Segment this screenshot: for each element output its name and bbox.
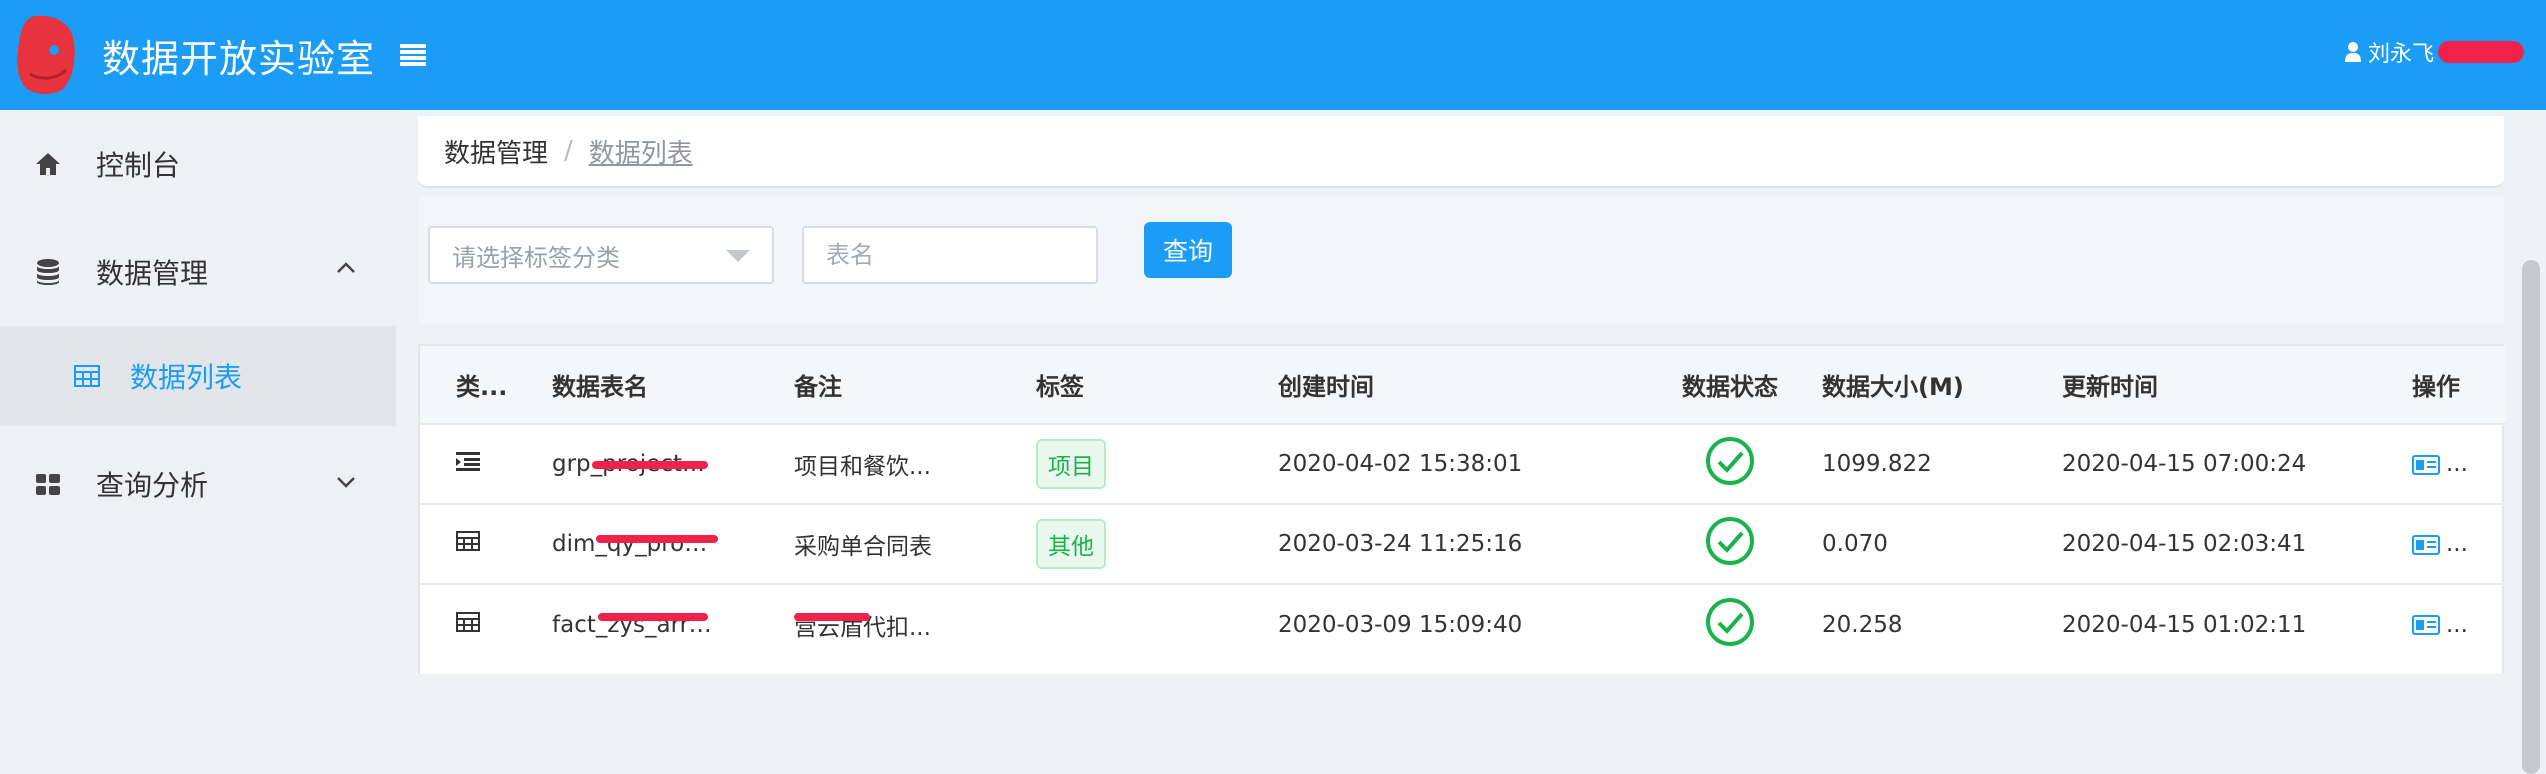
column-header-tag[interactable]: 标签: [1036, 346, 1278, 424]
logo-icon: [17, 15, 75, 95]
size-cell: 20.258: [1822, 611, 1903, 638]
action-more[interactable]: ...: [2446, 451, 2468, 477]
check-circle-icon: [1706, 517, 1754, 565]
indent-icon: [456, 452, 480, 471]
tag-badge: 其他: [1036, 519, 1106, 569]
sidebar-sub-label: 数据列表: [130, 361, 243, 394]
table-icon: [456, 531, 480, 551]
chevron-up-icon: [337, 262, 355, 273]
check-circle-icon: [1706, 437, 1754, 485]
table-row[interactable]: fact_zys_arre... 营云盾代扣... 2020-03-09 15:…: [420, 584, 2506, 664]
grid-icon: [36, 474, 60, 495]
main-content: 数据管理 / 数据列表 请选择标签分类 查询 类... 数据表名 备注 标签 创…: [396, 110, 2546, 774]
top-header: 数据开放实验室 刘永飞: [0, 0, 2546, 110]
column-header-remark[interactable]: 备注: [794, 346, 1036, 424]
breadcrumb-separator: /: [564, 136, 573, 166]
column-header-name[interactable]: 数据表名: [552, 346, 794, 424]
table-icon: [74, 365, 100, 387]
column-header-updated[interactable]: 更新时间: [2062, 346, 2412, 424]
tag-badge: 项目: [1036, 439, 1106, 489]
table-header-row: 类... 数据表名 备注 标签 创建时间 数据状态 数据大小(M) 更新时间 操…: [420, 346, 2506, 424]
action-more[interactable]: ...: [2446, 531, 2468, 557]
table-name-input[interactable]: [802, 226, 1098, 284]
user-icon: [2344, 42, 2361, 62]
redaction-mark: [794, 613, 870, 621]
check-circle-icon: [1706, 597, 1754, 646]
sidebar-item-label: 数据管理: [96, 257, 209, 290]
table-row[interactable]: dim_qy_proj... 采购单合同表 其他 2020-03-24 11:2…: [420, 504, 2506, 584]
user-menu[interactable]: 刘永飞: [2344, 36, 2524, 68]
remark-cell: 项目和餐饮...: [794, 454, 931, 480]
sidebar: 控制台 数据管理 数据列表 查询分析: [0, 110, 396, 664]
id-card-icon[interactable]: [2412, 454, 2440, 475]
user-name: 刘永飞: [2367, 42, 2434, 67]
caret-down-icon: [726, 250, 750, 262]
breadcrumb-current[interactable]: 数据列表: [589, 133, 693, 170]
sidebar-item-label: 控制台: [96, 149, 181, 182]
query-button[interactable]: 查询: [1144, 222, 1232, 278]
column-header-actions: 操作: [2412, 373, 2460, 401]
redaction-mark: [592, 461, 708, 469]
table-icon: [456, 611, 480, 632]
updated-time-cell: 2020-04-15 01:02:11: [2062, 611, 2307, 638]
app-title: 数据开放实验室: [102, 37, 376, 81]
id-card-icon[interactable]: [2412, 615, 2440, 635]
sidebar-item-data-list[interactable]: 数据列表: [0, 326, 396, 426]
sidebar-item-query-analysis[interactable]: 查询分析: [0, 426, 396, 542]
sidebar-item-label: 查询分析: [96, 469, 209, 502]
breadcrumb-root[interactable]: 数据管理: [444, 133, 548, 170]
redaction-mark: [2438, 41, 2524, 63]
home-icon: [36, 153, 60, 175]
column-header-type[interactable]: 类...: [420, 346, 552, 424]
action-more[interactable]: ...: [2446, 612, 2468, 638]
menu-toggle-icon[interactable]: [400, 44, 426, 66]
redaction-mark: [596, 535, 718, 543]
chevron-down-icon: [337, 477, 355, 488]
breadcrumb: 数据管理 / 数据列表: [418, 116, 2504, 188]
redaction-mark: [598, 613, 708, 621]
updated-time-cell: 2020-04-15 02:03:41: [2062, 531, 2307, 557]
tag-category-select[interactable]: 请选择标签分类: [428, 226, 774, 284]
column-header-size[interactable]: 数据大小(M): [1822, 346, 2062, 424]
sidebar-item-console[interactable]: 控制台: [0, 110, 396, 218]
created-time-cell: 2020-04-02 15:38:01: [1278, 451, 1523, 477]
created-time-cell: 2020-03-09 15:09:40: [1278, 611, 1523, 638]
id-card-icon[interactable]: [2412, 534, 2440, 555]
column-header-created[interactable]: 创建时间: [1278, 346, 1638, 424]
created-time-cell: 2020-03-24 11:25:16: [1278, 531, 1523, 557]
data-table: 类... 数据表名 备注 标签 创建时间 数据状态 数据大小(M) 更新时间 操…: [418, 344, 2506, 674]
size-cell: 1099.822: [1822, 451, 1932, 477]
select-placeholder: 请选择标签分类: [452, 243, 620, 272]
remark-cell: 采购单合同表: [794, 534, 932, 560]
sidebar-item-data-management[interactable]: 数据管理: [0, 218, 396, 326]
filter-bar: 请选择标签分类 查询: [418, 196, 2504, 324]
size-cell: 0.070: [1822, 531, 1888, 557]
vertical-scrollbar[interactable]: [2522, 260, 2540, 774]
database-icon: [37, 259, 59, 285]
updated-time-cell: 2020-04-15 07:00:24: [2062, 451, 2307, 477]
table-row[interactable]: grp_project_... 项目和餐饮... 项目 2020-04-02 1…: [420, 424, 2506, 504]
column-header-status[interactable]: 数据状态: [1638, 346, 1822, 424]
